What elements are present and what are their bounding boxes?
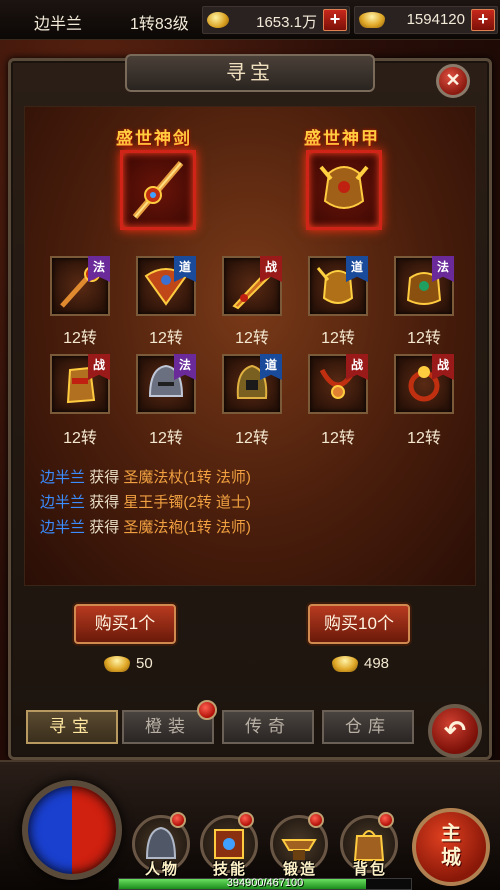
- buy-10-button[interactable]: 购买10个: [308, 604, 410, 644]
- back-button[interactable]: ↶: [428, 704, 482, 758]
- log-verb: 获得: [89, 494, 120, 511]
- buy-10-price: 498: [364, 655, 390, 672]
- notification-dot: [170, 812, 186, 828]
- log-line: 边半兰 获得 圣魔法杖(1转 法师): [40, 466, 251, 487]
- notification-dot: [238, 812, 254, 828]
- bag-label: 背包: [352, 861, 387, 878]
- notification-dot: [197, 700, 217, 720]
- featured-item-armor[interactable]: [306, 150, 382, 230]
- main-city-button[interactable]: 主城: [412, 808, 490, 886]
- ingot-value: 1594120: [406, 11, 465, 28]
- item-label: 12转: [63, 330, 97, 347]
- window-title: 寻宝: [125, 54, 375, 92]
- log-player[interactable]: 边半兰: [40, 519, 85, 536]
- log-item: 星王手镯(2转 道士): [123, 494, 251, 511]
- tab-warehouse[interactable]: 仓库: [322, 710, 414, 744]
- log-player[interactable]: 边半兰: [40, 494, 85, 511]
- gold-ingot-icon: [104, 656, 130, 672]
- featured-item-sword[interactable]: [120, 150, 196, 230]
- item-slot[interactable]: 法: [136, 354, 196, 414]
- gold-ingot-icon: [332, 656, 358, 672]
- hp-mp-orb: [22, 780, 122, 880]
- item-slot[interactable]: 法: [394, 256, 454, 316]
- add-ingots-button[interactable]: +: [471, 9, 495, 31]
- notification-dot: [308, 812, 324, 828]
- log-item: 圣魔法杖(1转 法师): [123, 469, 251, 486]
- log-player[interactable]: 边半兰: [40, 469, 85, 486]
- item-slot[interactable]: 战: [222, 256, 282, 316]
- add-coins-button[interactable]: +: [323, 9, 347, 31]
- log-item: 圣魔法袍(1转 法师): [123, 519, 251, 536]
- player-level: 1转83级: [130, 16, 189, 33]
- sword-icon: [132, 161, 184, 219]
- xp-text: 394900/467100: [226, 877, 304, 889]
- coin-display: 1653.1万 +: [202, 6, 350, 34]
- notification-dot: [378, 812, 394, 828]
- item-label: 12转: [149, 330, 183, 347]
- item-slot[interactable]: 战: [394, 354, 454, 414]
- tab-treasure[interactable]: 寻宝: [26, 710, 118, 744]
- item-label: 12转: [235, 430, 269, 447]
- item-slot[interactable]: 道: [222, 354, 282, 414]
- buy-1-button[interactable]: 购买1个: [74, 604, 176, 644]
- item-label: 12转: [149, 430, 183, 447]
- item-label: 12转: [407, 430, 441, 447]
- item-label: 12转: [321, 430, 355, 447]
- item-label: 12转: [63, 430, 97, 447]
- xp-bar: 394900/467100: [118, 877, 412, 890]
- featured-title-sword: 盛世神剑: [116, 129, 192, 148]
- item-slot[interactable]: 法: [50, 256, 110, 316]
- coin-value: 1653.1万: [256, 14, 317, 31]
- item-label: 12转: [321, 330, 355, 347]
- gold-ingot-icon: [359, 12, 385, 28]
- log-verb: 获得: [89, 519, 120, 536]
- log-verb: 获得: [89, 469, 120, 486]
- skills-label: 技能: [212, 861, 247, 878]
- ingot-display: 1594120 +: [354, 6, 498, 34]
- close-button[interactable]: ✕: [436, 64, 470, 98]
- log-line: 边半兰 获得 星王手镯(2转 道士): [40, 491, 251, 512]
- log-line: 边半兰 获得 圣魔法袍(1转 法师): [40, 516, 251, 537]
- item-slot[interactable]: 战: [308, 354, 368, 414]
- coin-icon: [207, 12, 229, 28]
- item-slot[interactable]: 道: [308, 256, 368, 316]
- player-name: 边半兰: [34, 16, 83, 33]
- status-bar: 边半兰 1转83级 1653.1万 + 1594120 +: [0, 0, 500, 40]
- forge-label: 锻造: [282, 861, 317, 878]
- featured-title-armor: 盛世神甲: [304, 129, 380, 148]
- character-label: 人物: [144, 861, 179, 878]
- item-slot[interactable]: 战: [50, 354, 110, 414]
- item-slot[interactable]: 道: [136, 256, 196, 316]
- item-label: 12转: [407, 330, 441, 347]
- tab-legend[interactable]: 传奇: [222, 710, 314, 744]
- item-label: 12转: [235, 330, 269, 347]
- buy-1-price: 50: [136, 655, 153, 672]
- armor-icon: [319, 165, 369, 209]
